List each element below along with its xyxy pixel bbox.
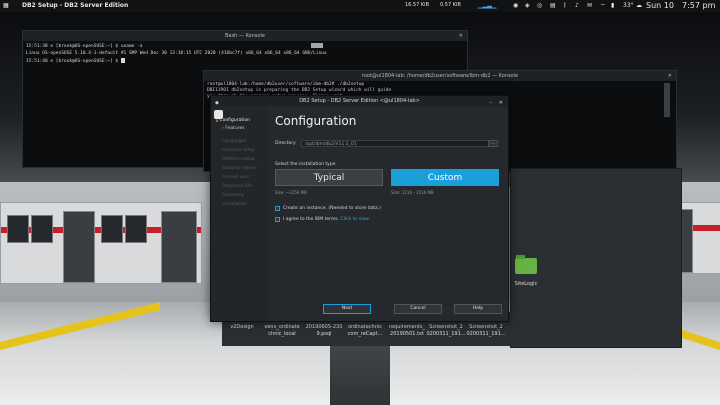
directory-label: Directory [275, 141, 296, 146]
terminal-1-prompt: 15:51:40 ⊙ [brook@OS-openSUSE:~] $ [26, 59, 119, 64]
weather-icon: ☁ [636, 2, 642, 9]
terminal-2-title: root@ul1804-lab: /home/db2user/software/… [361, 73, 519, 79]
next-button[interactable]: Next [323, 304, 371, 314]
dialog-titlebar[interactable]: ◆ DB2 Setup - DB2 Server Edition <@ul180… [211, 96, 508, 106]
minimize-icon[interactable]: – [490, 98, 493, 108]
step-summary: Summary [222, 193, 244, 198]
cpu-graph-icon: ▁▂▃▁ [478, 2, 497, 9]
notifications-icon[interactable]: ✉ [587, 2, 592, 9]
step-response-file: Response file [222, 184, 252, 189]
typical-button[interactable]: Typical [275, 169, 383, 186]
net-speed-down: 16.57 KiB [405, 2, 430, 8]
clipboard-icon[interactable]: ▤ [550, 2, 556, 9]
directory-input[interactable]: /opt/ibm/db2/V11.5_01 [301, 140, 496, 147]
volume-icon[interactable]: ♪ [575, 2, 579, 9]
dialog-title: DB2 Setup - DB2 Server Edition <@ul1804-… [299, 98, 420, 104]
temperature: 33° [623, 2, 634, 9]
create-instance-label: Create an instance. (Needed to store dat… [283, 206, 382, 211]
tray-app-icon-1[interactable]: ◉ [513, 2, 518, 9]
terminal-1-title: Bash — Konsole [225, 33, 265, 39]
terminal-2-line-2: DBI1190I db2setup is preparing the DB2 S… [207, 88, 392, 93]
terminal-2-line-1: root@ul1804-lab:/home/db2user/software/i… [207, 82, 365, 87]
agree-terms-checkbox[interactable]: ✓ [275, 217, 280, 222]
terminal-1-titlebar[interactable]: Bash — Konsole ✕ [23, 31, 467, 41]
wifi-icon[interactable]: ⌔ [600, 2, 606, 10]
install-type-label: Select the installation type [275, 162, 336, 167]
page-title: Configuration [275, 114, 357, 128]
step-fenced-user: Fenced user [222, 175, 250, 180]
browse-button[interactable]: ... [488, 140, 498, 147]
step-features: › Features [222, 126, 245, 131]
file-item[interactable]: ordinatechnic com_reCapt... [341, 324, 389, 338]
folder-icon[interactable] [515, 255, 537, 274]
terminal-1-selection [311, 43, 323, 48]
close-icon[interactable]: ✕ [499, 98, 503, 108]
step-instance-owner: Instance owner [222, 166, 257, 171]
agree-terms-text: I agree to the IBM terms. [283, 217, 340, 222]
help-button[interactable]: Help [454, 304, 502, 314]
terminal-1-cursor [120, 58, 125, 63]
bluetooth-icon[interactable]: ᛒ [563, 2, 567, 9]
terminal-1-line-2: Linux OS-openSUSE 5.10.4-1-default #1 SM… [26, 51, 327, 56]
db2-setup-dialog[interactable]: ◆ DB2 Setup - DB2 Server Edition <@ul180… [210, 95, 509, 322]
terminal-1-line-3: 15:51:40 ⊙ [brook@OS-openSUSE:~] $ [26, 58, 125, 64]
app-menu-icon[interactable]: ▦ [3, 2, 9, 9]
step-partition-setup: Partition setup [222, 157, 255, 162]
clock-label[interactable]: 7:57 pm [682, 1, 715, 10]
tray-app-icon-3[interactable]: ◎ [537, 2, 542, 9]
setup-steps-sidebar: ⤓ Configuration › Features Languages Ins… [211, 106, 268, 321]
step-installation: Installation [222, 202, 247, 207]
agree-terms-label: I agree to the IBM terms. Click to view [283, 217, 369, 222]
tray-app-icon-2[interactable]: ◈ [525, 2, 530, 9]
click-to-view-link[interactable]: Click to view [340, 217, 368, 222]
terminal-1-close-icon[interactable]: ✕ [459, 31, 463, 41]
top-panel: ▦ DB2 Setup - DB2 Server Edition 16.57 K… [0, 0, 720, 12]
typical-size: Size: ~2256 MB [275, 190, 307, 195]
folder-label[interactable]: SiteLogic [502, 281, 550, 288]
wallpaper-train-left [0, 202, 202, 284]
custom-size: Size: 1216 - 3516 MB [391, 190, 434, 195]
active-app-name[interactable]: DB2 Setup - DB2 Server Edition [22, 2, 128, 9]
cancel-button[interactable]: Cancel [394, 304, 442, 314]
create-instance-checkbox[interactable]: ✓ [275, 206, 280, 211]
custom-button[interactable]: Custom [391, 169, 499, 186]
date-label[interactable]: Sun 10 [646, 1, 674, 10]
battery-icon[interactable]: ▮ [611, 2, 614, 9]
terminal-1-line-1: 15:51:38 ⊙ [brook@OS-openSUSE:~] $ uname… [26, 44, 143, 49]
file-item[interactable]: Screenshot_2 0200311_191... [462, 324, 510, 338]
file-item[interactable]: venv_ordinate chnic_local [258, 324, 306, 338]
step-instance-setup: Instance setup [222, 148, 256, 153]
terminal-2-titlebar[interactable]: root@ul1804-lab: /home/db2user/software/… [204, 71, 676, 81]
step-languages: Languages [222, 139, 247, 144]
terminal-2-close-icon[interactable]: ✕ [668, 71, 672, 81]
net-speed-up: 0.57 KiB [440, 2, 461, 8]
step-configuration: ⤓ Configuration [216, 118, 250, 123]
terminal-2-scrollbar[interactable] [664, 83, 670, 117]
